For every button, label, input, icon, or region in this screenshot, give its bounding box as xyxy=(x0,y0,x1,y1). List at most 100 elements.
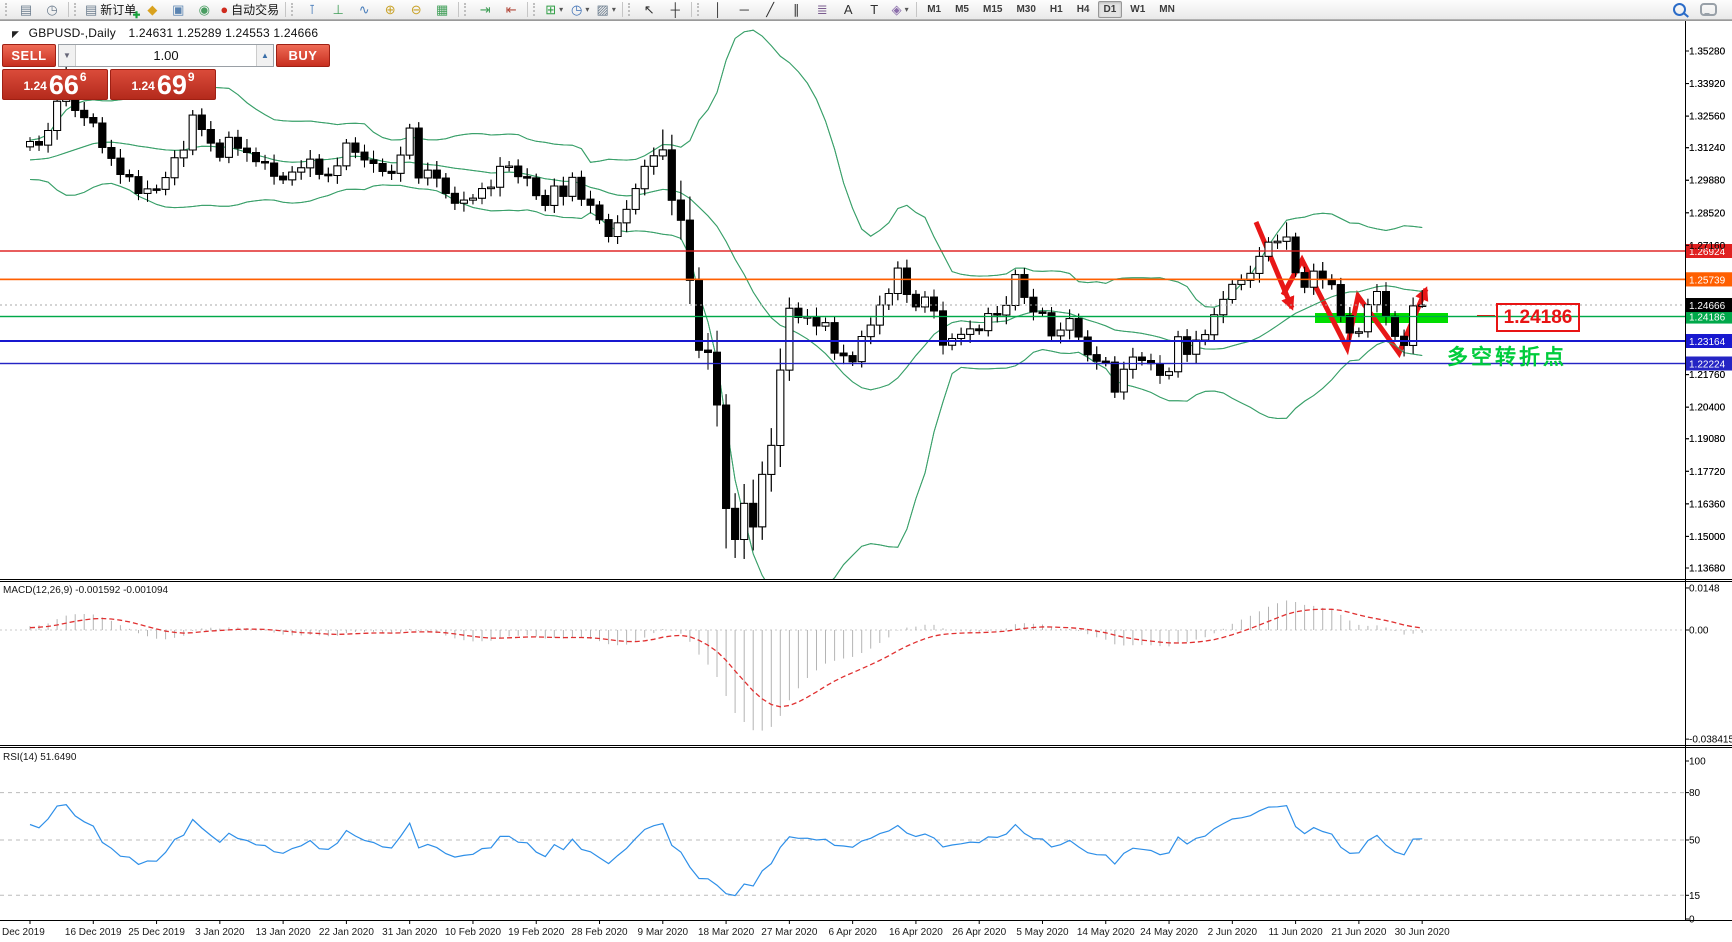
bar-chart-icon[interactable]: ⊺ xyxy=(299,0,325,20)
price-level-note[interactable]: 1.24186 xyxy=(1496,303,1580,332)
svg-text:50: 50 xyxy=(1689,836,1701,847)
candle xyxy=(1291,236,1300,274)
candle xyxy=(351,142,360,153)
cursor-icon[interactable]: ↖ xyxy=(636,0,662,20)
tile-windows-icon[interactable]: ▦ xyxy=(429,0,455,20)
timeframe-mn[interactable]: MN xyxy=(1153,1,1181,18)
add-chart-button[interactable]: ⊞ ▾ xyxy=(541,0,567,20)
svg-text:1.19080: 1.19080 xyxy=(1689,434,1726,445)
terminal-icon[interactable]: ▣ xyxy=(165,0,191,20)
candle xyxy=(758,473,767,528)
timeframe-m30[interactable]: M30 xyxy=(1010,1,1041,18)
turning-point-note[interactable]: 多空转折点 xyxy=(1447,341,1567,371)
date-tick: 22 Jan 2020 xyxy=(319,927,374,938)
signals-icon[interactable]: ◉ xyxy=(191,0,217,20)
sell-price-sup: 6 xyxy=(79,70,87,84)
candle xyxy=(1065,318,1074,331)
indicator-panes xyxy=(0,600,1685,897)
zoom-out-icon[interactable]: ⊖ xyxy=(403,0,429,20)
volume-decrease-icon[interactable]: ▼ xyxy=(59,45,76,66)
candle xyxy=(369,159,378,164)
arrows-button: ◈ xyxy=(891,1,902,17)
label-icon: T xyxy=(870,2,879,17)
svg-text:1.24186: 1.24186 xyxy=(1689,313,1726,324)
candle xyxy=(1418,304,1427,307)
date-tick: 9 Mar 2020 xyxy=(638,927,689,938)
candle xyxy=(116,157,125,175)
timeframe-h1[interactable]: H1 xyxy=(1044,1,1069,18)
svg-text:1.22224: 1.22224 xyxy=(1689,359,1726,370)
candle xyxy=(1382,291,1390,317)
new-order-button[interactable]: ▤ ✚ 新订单 xyxy=(82,0,140,20)
candle xyxy=(459,199,468,204)
timeframe-m5[interactable]: M5 xyxy=(949,1,975,18)
toolbar-grip xyxy=(291,3,295,16)
svg-text:1.21760: 1.21760 xyxy=(1689,370,1726,381)
candle xyxy=(441,177,450,194)
chart-canvas[interactable]: 1.269241.257391.241861.231641.222241.246… xyxy=(0,0,1732,942)
candle xyxy=(975,328,984,332)
auto-scroll-icon[interactable]: ⇤ xyxy=(498,0,524,20)
candle xyxy=(550,185,559,206)
svg-text:1.28520: 1.28520 xyxy=(1689,208,1726,219)
svg-text:1.31240: 1.31240 xyxy=(1689,143,1726,154)
trendline-icon: ╱ xyxy=(766,1,775,17)
trendline-icon[interactable]: ╱ xyxy=(757,0,783,20)
history-center-icon[interactable]: ◷ xyxy=(39,0,65,20)
text-icon[interactable]: A xyxy=(835,0,861,20)
toolbar-grip xyxy=(628,3,632,16)
templates-button[interactable]: ▨ ▾ xyxy=(593,0,619,20)
templates-button: ▨ xyxy=(596,1,609,17)
zoom-in-icon[interactable]: ⊕ xyxy=(377,0,403,20)
candle xyxy=(288,171,297,181)
horizontal-line-icon[interactable]: ─ xyxy=(731,0,757,20)
chat-icon[interactable] xyxy=(1700,3,1717,16)
sell-button[interactable]: SELL xyxy=(2,44,56,67)
svg-text:1.13680: 1.13680 xyxy=(1689,563,1726,574)
arrows-button[interactable]: ◈ ▾ xyxy=(887,0,913,20)
periods-button[interactable]: ◷ ▾ xyxy=(567,0,593,20)
chart-window-icon[interactable]: ▤ xyxy=(13,0,39,20)
autotrading-button[interactable]: ● 自动交易 xyxy=(217,0,282,20)
channel-icon[interactable]: ∥ xyxy=(783,0,809,20)
volume-input[interactable] xyxy=(76,45,256,66)
candle xyxy=(884,293,893,306)
hlines-layer[interactable] xyxy=(0,250,1685,365)
candle xyxy=(875,304,884,326)
sell-price-tile[interactable]: 1.24 66 6 xyxy=(2,69,108,100)
date-tick: 6 Apr 2020 xyxy=(828,927,877,938)
search-icon[interactable] xyxy=(1673,3,1686,16)
timeframe-h4[interactable]: H4 xyxy=(1071,1,1096,18)
timeframe-d1[interactable]: D1 xyxy=(1097,1,1123,18)
candle xyxy=(98,122,107,148)
candle xyxy=(342,142,351,167)
one-click-collapse-icon[interactable]: ◤ xyxy=(12,29,19,39)
candle xyxy=(893,267,902,295)
candle xyxy=(134,176,143,194)
crosshair-icon[interactable]: ┼ xyxy=(662,0,688,20)
horizontal-lines-layer[interactable] xyxy=(0,250,1685,365)
candle xyxy=(830,322,839,354)
label-icon[interactable]: T xyxy=(861,0,887,20)
chart-window-icon: ▤ xyxy=(19,1,33,17)
vertical-line-icon[interactable]: │ xyxy=(705,0,731,20)
candlestick-chart-icon[interactable]: ⊥ xyxy=(325,0,351,20)
metaeditor-icon[interactable]: ◆ xyxy=(139,0,165,20)
candle xyxy=(270,162,279,177)
fibonacci-icon[interactable]: ≣ xyxy=(809,0,835,20)
autotrading-button-label: 自动交易 xyxy=(231,3,280,17)
candle xyxy=(902,267,911,295)
buy-price-tile[interactable]: 1.24 69 9 xyxy=(110,69,216,100)
candle xyxy=(749,502,758,528)
line-chart-icon[interactable]: ∿ xyxy=(351,0,377,20)
buy-button[interactable]: BUY xyxy=(276,44,330,67)
toolbar-grip xyxy=(5,3,9,16)
candle xyxy=(532,177,541,197)
timeframe-m15[interactable]: M15 xyxy=(977,1,1008,18)
toolbar-separator xyxy=(622,2,624,17)
timeframe-w1[interactable]: W1 xyxy=(1124,1,1151,18)
chart-shift-icon[interactable]: ⇥ xyxy=(472,0,498,20)
candle xyxy=(252,152,260,163)
volume-increase-icon[interactable]: ▲ xyxy=(256,45,273,66)
timeframe-m1[interactable]: M1 xyxy=(921,1,947,18)
